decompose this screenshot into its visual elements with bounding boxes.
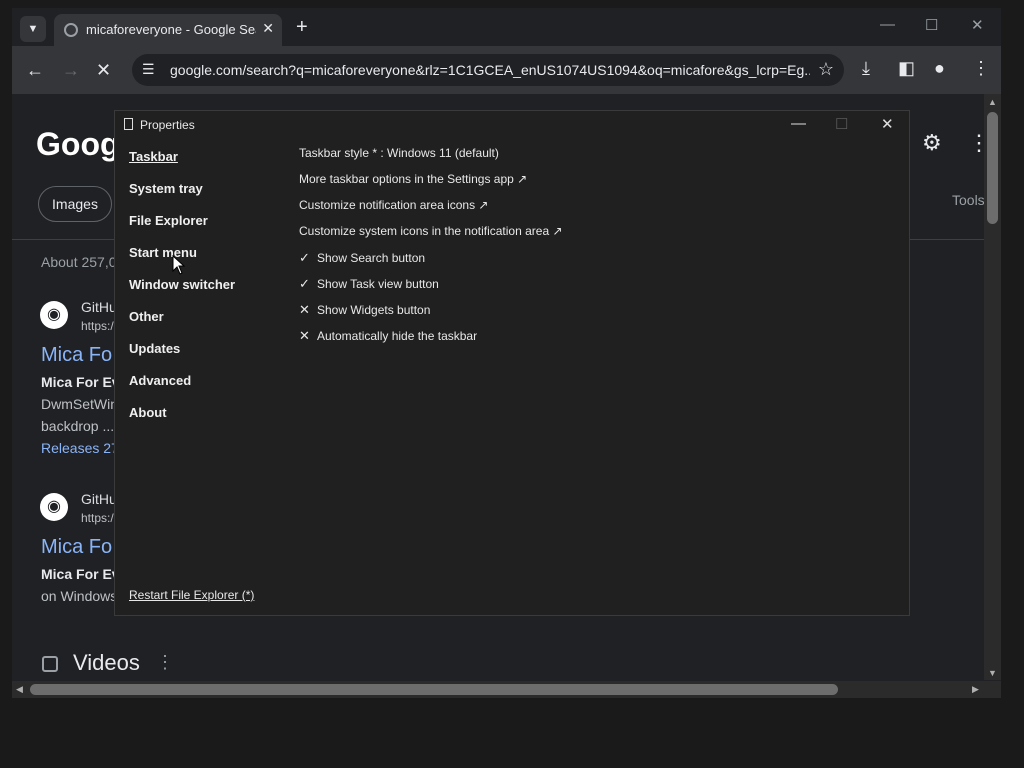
properties-dialog: Properties — ☐ ✕ Taskbar System tray Fil…: [114, 110, 910, 616]
side-panel-icon[interactable]: ◧: [898, 58, 915, 79]
result-title[interactable]: Mica Fo: [41, 536, 112, 559]
maximize-icon[interactable]: ☐: [925, 16, 938, 34]
images-chip[interactable]: Images: [38, 186, 112, 222]
scroll-right-arrow-icon[interactable]: ▶: [972, 684, 979, 695]
dialog-close-icon[interactable]: ✕: [881, 115, 894, 133]
nav-item-advanced[interactable]: Advanced: [129, 373, 191, 388]
nav-item-about[interactable]: About: [129, 405, 167, 420]
browser-toolbar: ← → ✕ ☰ google.com/search?q=micaforevery…: [12, 46, 1001, 94]
nav-item-start-menu[interactable]: Start menu: [129, 245, 197, 260]
address-url[interactable]: google.com/search?q=micaforeveryone&rlz=…: [170, 62, 810, 78]
more-options-icon[interactable]: ⋮: [156, 652, 174, 673]
play-icon: [42, 656, 58, 672]
dialog-maximize-icon: ☐: [835, 116, 849, 133]
result-stats: About 257,0: [41, 254, 117, 270]
result-title[interactable]: Mica Fo: [41, 344, 112, 367]
close-tab-icon[interactable]: ✕: [262, 20, 274, 37]
result-snippet: Mica For Ev: [41, 566, 120, 582]
vertical-scrollbar[interactable]: ▲ ▼: [984, 94, 1001, 680]
check-icon: ✓: [299, 276, 310, 291]
stop-loading-icon[interactable]: ✕: [96, 60, 111, 81]
back-arrow-icon[interactable]: ←: [26, 60, 44, 81]
scroll-left-arrow-icon[interactable]: ◀: [16, 684, 23, 695]
cross-icon: ✕: [299, 328, 310, 343]
dialog-title: Properties: [140, 118, 195, 132]
horizontal-scrollbar[interactable]: ◀ ▶: [12, 681, 1001, 698]
tab-search-chevron-icon[interactable]: ▼: [20, 16, 46, 42]
bookmark-star-icon[interactable]: ☆: [818, 59, 834, 80]
result-url[interactable]: https:/: [81, 511, 114, 525]
check-icon: ✓: [299, 250, 310, 265]
result-snippet: DwmSetWin: [41, 396, 119, 412]
profile-avatar-icon[interactable]: ●: [934, 58, 945, 79]
result-snippet: backdrop ...: [41, 418, 115, 434]
tab-title: micaforeveryone - Google Search: [86, 22, 256, 37]
result-sitelink[interactable]: Releases 27: [41, 440, 119, 456]
system-icons-link[interactable]: Customize system icons in the notificati…: [299, 224, 563, 238]
notification-icons-link[interactable]: Customize notification area icons ↗: [299, 198, 488, 212]
horizontal-scroll-thumb[interactable]: [30, 684, 838, 695]
scroll-up-arrow-icon[interactable]: ▲: [988, 97, 997, 107]
restart-file-explorer-link[interactable]: Restart File Explorer (*): [129, 588, 254, 602]
forward-arrow-icon[interactable]: →: [62, 60, 80, 81]
minimize-icon[interactable]: —: [880, 16, 895, 33]
download-icon[interactable]: ⤓: [862, 58, 870, 79]
result-source[interactable]: GitHu: [81, 299, 117, 315]
tab-strip: ▼ micaforeveryone - Google Search ✕ + — …: [12, 8, 1001, 46]
show-widgets-toggle[interactable]: ✕ Show Widgets button: [299, 302, 430, 318]
scroll-down-arrow-icon[interactable]: ▼: [988, 668, 997, 678]
show-search-button-toggle[interactable]: ✓ Show Search button: [299, 250, 425, 266]
new-tab-plus-icon[interactable]: +: [296, 16, 308, 39]
settings-app-link[interactable]: More taskbar options in the Settings app…: [299, 172, 527, 186]
nav-item-updates[interactable]: Updates: [129, 341, 180, 356]
apps-grid-icon[interactable]: ⋮⋮: [968, 130, 984, 156]
result-snippet: Mica For Ev: [41, 374, 120, 390]
nav-item-other[interactable]: Other: [129, 309, 164, 324]
nav-item-system-tray[interactable]: System tray: [129, 181, 203, 196]
address-bar[interactable]: ☰ google.com/search?q=micaforeveryone&rl…: [132, 54, 844, 86]
result-url[interactable]: https:/: [81, 319, 114, 333]
github-icon[interactable]: ◉: [40, 301, 68, 329]
nav-item-file-explorer[interactable]: File Explorer: [129, 213, 208, 228]
tools-button[interactable]: Tools: [952, 192, 984, 208]
close-window-icon[interactable]: ✕: [971, 16, 984, 34]
dialog-minimize-icon[interactable]: —: [791, 115, 806, 132]
gear-icon[interactable]: ⚙: [922, 130, 942, 156]
taskbar-style-option[interactable]: Taskbar style * : Windows 11 (default): [299, 146, 499, 160]
videos-heading: Videos: [73, 650, 140, 675]
nav-item-taskbar[interactable]: Taskbar: [129, 149, 178, 164]
github-icon[interactable]: ◉: [40, 493, 68, 521]
show-task-view-toggle[interactable]: ✓ Show Task view button: [299, 276, 439, 292]
search-favicon-icon: [64, 23, 78, 37]
auto-hide-taskbar-toggle[interactable]: ✕ Automatically hide the taskbar: [299, 328, 477, 344]
menu-kebab-icon[interactable]: ⋮: [972, 58, 990, 79]
result-snippet: on Windows: [41, 588, 118, 604]
result-source[interactable]: GitHu: [81, 491, 117, 507]
vertical-scroll-thumb[interactable]: [987, 112, 998, 224]
cross-icon: ✕: [299, 302, 310, 317]
site-settings-icon[interactable]: ☰: [142, 61, 155, 78]
nav-item-window-switcher[interactable]: Window switcher: [129, 277, 235, 292]
properties-window-icon: [124, 118, 133, 130]
browser-tab[interactable]: micaforeveryone - Google Search ✕: [54, 14, 282, 46]
